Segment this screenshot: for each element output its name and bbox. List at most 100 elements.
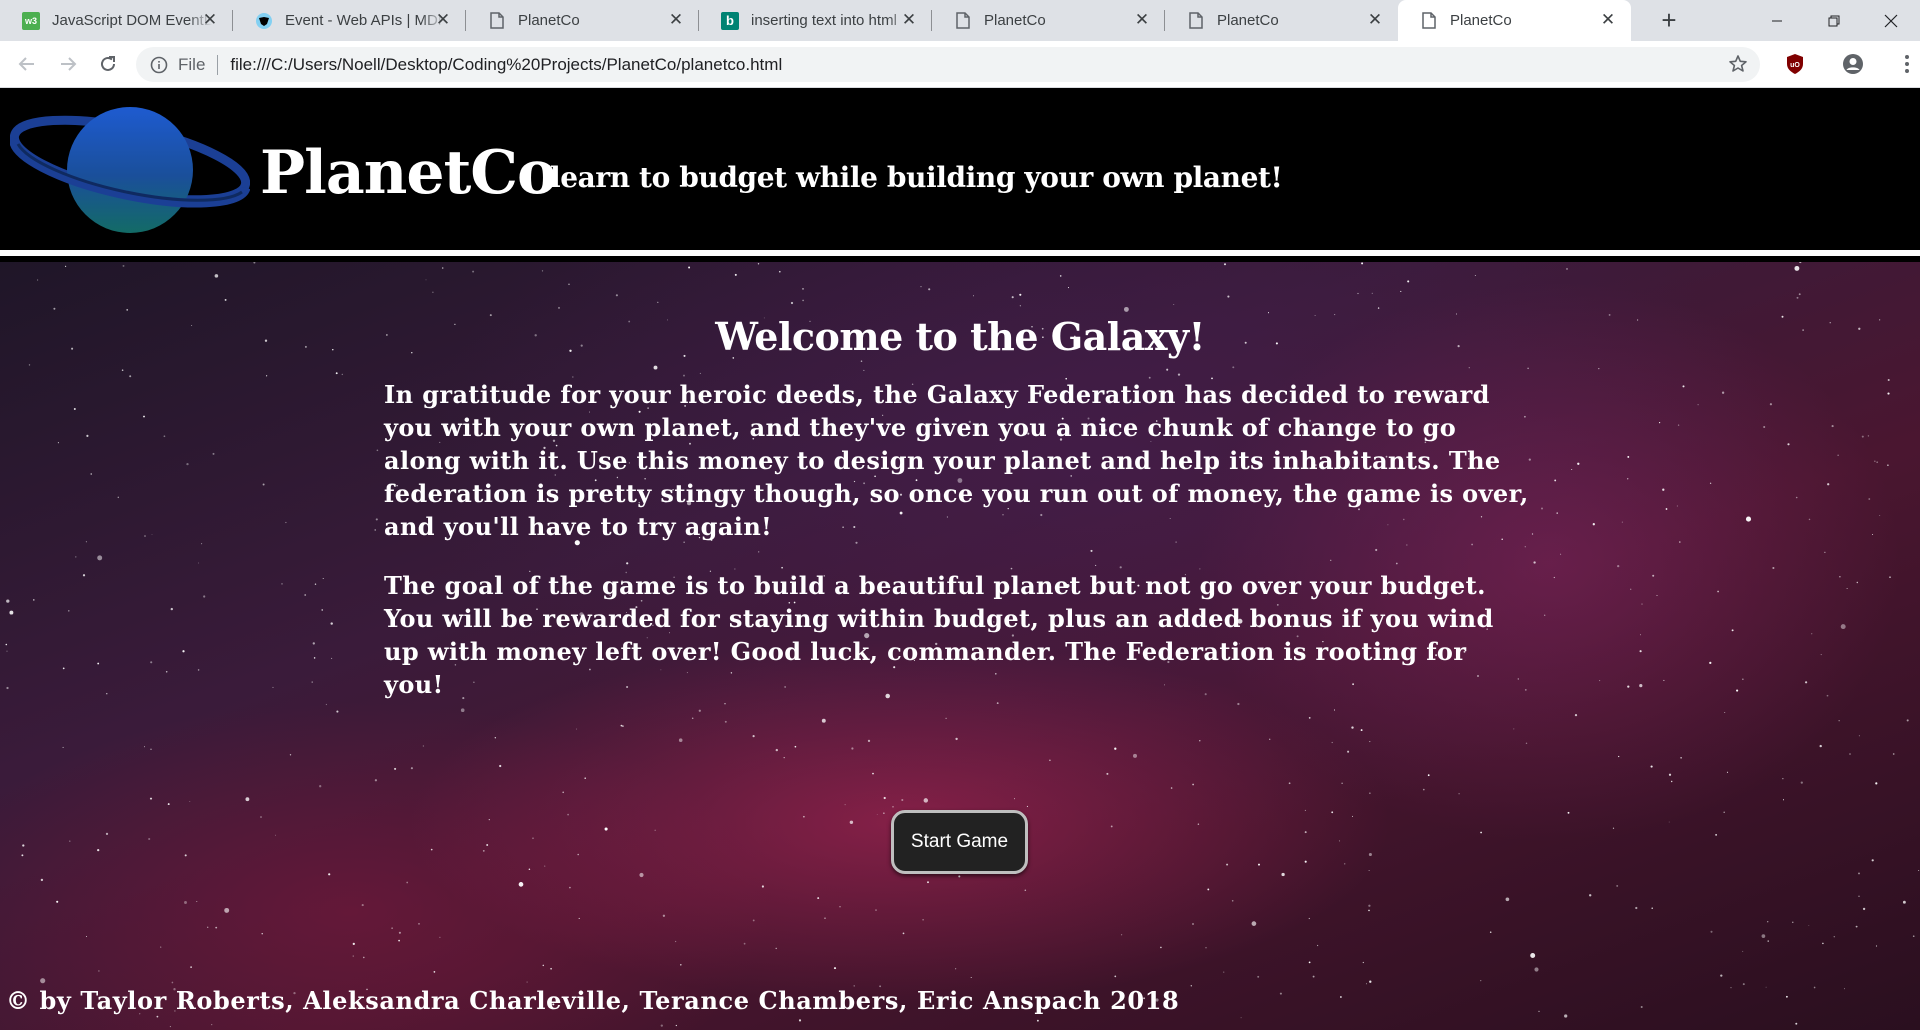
star — [1679, 541, 1681, 543]
star — [148, 837, 151, 841]
star — [1612, 827, 1615, 829]
star — [312, 642, 315, 645]
address-bar[interactable]: File file:///C:/Users/Noell/Desktop/Codi… — [136, 47, 1760, 82]
star — [1114, 975, 1117, 978]
close-icon[interactable]: ✕ — [667, 11, 685, 29]
star — [224, 298, 227, 301]
star — [170, 607, 173, 611]
star — [482, 850, 485, 852]
star — [1838, 720, 1840, 722]
close-icon[interactable]: ✕ — [1599, 11, 1617, 29]
ublock-icon[interactable]: uO — [1781, 50, 1809, 78]
star — [1110, 825, 1113, 828]
star — [1160, 946, 1162, 949]
tab-planetco-active[interactable]: PlanetCo ✕ — [1398, 0, 1631, 41]
star — [1406, 544, 1408, 546]
start-game-button[interactable]: Start Game — [891, 810, 1028, 874]
star — [156, 1015, 159, 1018]
star — [1892, 753, 1895, 755]
star — [1279, 992, 1282, 995]
star — [86, 936, 88, 937]
star — [1831, 425, 1834, 428]
back-icon[interactable] — [13, 50, 41, 78]
w3schools-icon: w3 — [22, 11, 40, 30]
star — [150, 748, 152, 750]
star — [1567, 811, 1570, 814]
tab-planetco-3[interactable]: PlanetCo ✕ — [1165, 0, 1398, 41]
star — [1331, 811, 1334, 814]
star — [374, 779, 378, 782]
star — [1659, 422, 1661, 424]
star — [839, 906, 841, 908]
star — [245, 797, 250, 802]
star — [62, 746, 64, 748]
star — [1524, 546, 1526, 548]
star — [184, 901, 187, 904]
close-icon[interactable]: ✕ — [1366, 11, 1384, 29]
star — [758, 551, 760, 553]
star — [542, 964, 545, 967]
new-tab-button[interactable]: + — [1655, 6, 1683, 34]
star — [352, 942, 355, 946]
tab-planetco-1[interactable]: PlanetCo ✕ — [466, 0, 699, 41]
star — [1352, 815, 1353, 817]
forward-icon[interactable] — [54, 50, 82, 78]
star — [1782, 799, 1785, 801]
star — [1489, 931, 1492, 933]
tab-mdn[interactable]: Event - Web APIs | MDN ✕ — [233, 0, 466, 41]
menu-kebab-icon[interactable] — [1893, 50, 1920, 78]
close-icon[interactable]: ✕ — [900, 11, 918, 29]
star — [1024, 889, 1027, 892]
star — [160, 946, 162, 948]
tab-title: Event - Web APIs | MDN — [285, 12, 445, 29]
star — [9, 610, 14, 615]
info-icon[interactable] — [149, 55, 169, 75]
star — [150, 661, 153, 664]
tab-w3schools[interactable]: w3 JavaScript DOM EventL ✕ — [0, 0, 233, 41]
star — [1223, 971, 1225, 973]
tab-planetco-2[interactable]: PlanetCo ✕ — [932, 0, 1165, 41]
star — [335, 372, 338, 375]
star — [1663, 679, 1665, 681]
close-icon[interactable]: ✕ — [1133, 11, 1151, 29]
star — [577, 853, 579, 856]
star — [1554, 479, 1557, 482]
star — [817, 897, 820, 900]
close-icon[interactable]: ✕ — [434, 11, 452, 29]
star — [1677, 424, 1680, 426]
star — [1808, 518, 1811, 521]
window-close-icon[interactable] — [1862, 0, 1919, 41]
profile-icon[interactable] — [1839, 50, 1867, 78]
tab-title: inserting text into html — [751, 12, 897, 29]
star — [1360, 729, 1363, 732]
star — [1368, 869, 1370, 871]
star — [1368, 904, 1371, 907]
star — [6, 599, 10, 603]
url-text[interactable]: file:///C:/Users/Noell/Desktop/Coding%20… — [230, 55, 782, 75]
star — [1468, 367, 1470, 369]
star — [1059, 275, 1062, 277]
star — [98, 970, 100, 972]
star — [1786, 995, 1788, 998]
star — [1067, 287, 1070, 289]
star — [691, 717, 694, 720]
goal-paragraph: The goal of the game is to build a beaut… — [384, 571, 1494, 699]
minimize-icon[interactable] — [1748, 0, 1805, 41]
star — [920, 286, 922, 288]
reload-icon[interactable] — [94, 50, 122, 78]
star — [33, 599, 35, 601]
star — [171, 981, 174, 984]
star — [341, 373, 343, 376]
mdn-icon — [255, 12, 273, 30]
star — [1571, 468, 1573, 471]
star — [196, 901, 198, 902]
bookmark-star-icon[interactable] — [1726, 52, 1750, 76]
close-icon[interactable]: ✕ — [201, 11, 219, 29]
star — [1095, 564, 1097, 566]
star — [144, 535, 146, 537]
star — [1474, 274, 1476, 276]
star — [615, 294, 618, 297]
restore-icon[interactable] — [1805, 0, 1862, 41]
tab-strip: w3 JavaScript DOM EventL ✕ Event - Web A… — [0, 0, 1920, 41]
tab-bing[interactable]: b inserting text into html ✕ — [699, 0, 932, 41]
